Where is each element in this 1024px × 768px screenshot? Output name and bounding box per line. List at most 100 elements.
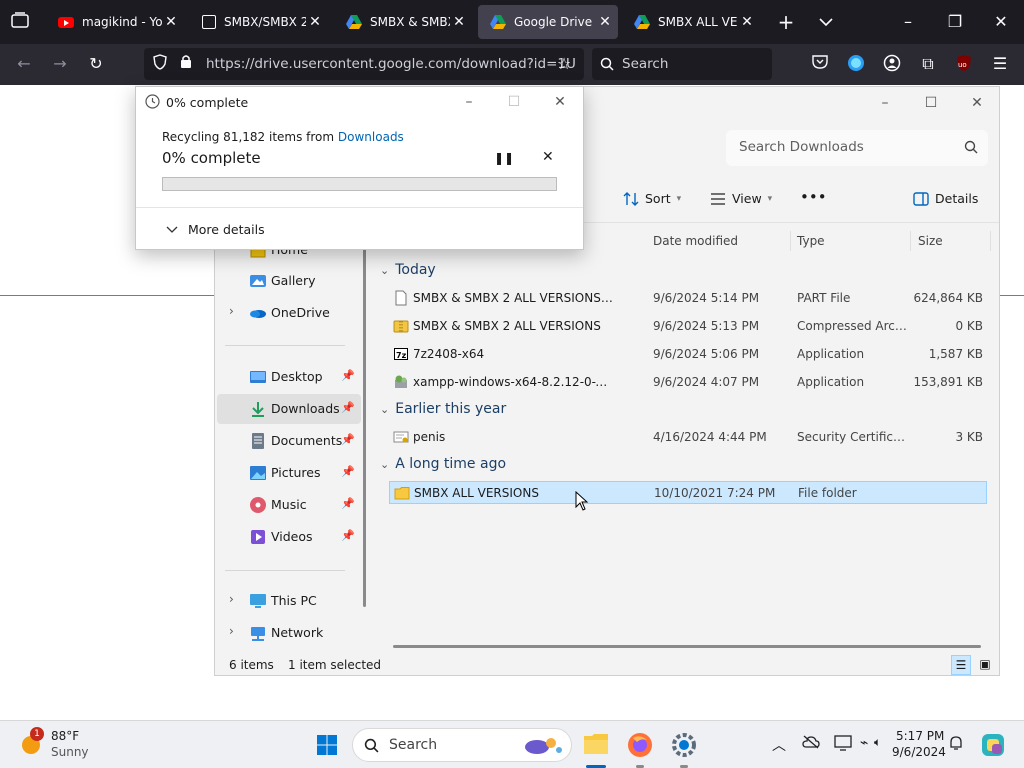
minimize-icon[interactable]: – (898, 12, 918, 32)
minimize-icon[interactable]: – (863, 91, 907, 115)
url-bar[interactable]: https://drive.usercontent.google.com/dow… (144, 48, 584, 80)
tab-smbx-all-versions[interactable]: SMBX ALL VERSIONS ✕ (622, 5, 760, 39)
sidebar-item-desktop[interactable]: Desktop 📌 (217, 362, 361, 392)
close-icon[interactable]: ✕ (991, 12, 1011, 32)
column-separator[interactable] (990, 231, 991, 251)
tab-smbx-all-versions-doc[interactable]: SMBX/SMBX 2 All Versions ✕ (190, 5, 328, 39)
tracking-shield-icon[interactable] (150, 54, 170, 75)
restore-icon[interactable]: ❐ (945, 12, 965, 32)
maximize-icon[interactable]: ☐ (909, 91, 953, 115)
chevron-up-icon[interactable]: ︿ (772, 735, 786, 755)
videos-icon (251, 530, 265, 544)
close-icon[interactable]: ✕ (450, 14, 468, 30)
file-explorer-taskbar-icon[interactable] (583, 732, 609, 756)
sidebar-item-pictures[interactable]: Pictures 📌 (217, 458, 361, 488)
details-pane-icon (913, 191, 929, 206)
file-date: 4/16/2024 4:44 PM (653, 430, 767, 444)
column-date-modified[interactable]: Date modified (653, 234, 738, 248)
extension-globe-icon[interactable] (846, 54, 866, 77)
sort-button[interactable]: Sort ▾ (623, 191, 681, 206)
file-size: 0 KB (955, 319, 983, 333)
group-header-today[interactable]: ⌄ Today (380, 262, 436, 278)
details-pane-button[interactable]: Details (913, 191, 978, 206)
more-options-button[interactable]: ••• (800, 188, 827, 206)
view-button[interactable]: View ▾ (710, 191, 772, 206)
reload-icon[interactable]: ↻ (86, 54, 106, 74)
file-row[interactable]: SMBX & SMBX 2 ALL VERSIONS 9/6/2024 5:13… (389, 315, 987, 338)
sidebar-item-documents[interactable]: Documents 📌 (217, 426, 361, 456)
chevron-down-icon[interactable] (816, 12, 836, 32)
sidebar-item-music[interactable]: Music 📌 (217, 490, 361, 520)
bookmark-star-icon[interactable]: ☆ (554, 54, 574, 74)
file-row[interactable]: SMBX & SMBX 2 ALL VERSIONS.ZNla0IR.zip.p… (389, 287, 987, 310)
speaker-icon[interactable]: 🔈︎ (874, 735, 881, 750)
back-icon[interactable]: ← (14, 54, 34, 74)
extensions-puzzle-icon[interactable]: ⧉ (918, 54, 938, 74)
ublock-icon[interactable]: uo (954, 54, 974, 77)
sidebar-item-gallery[interactable]: Gallery (217, 266, 361, 296)
group-header-earlier-this-year[interactable]: ⌄ Earlier this year (380, 401, 506, 417)
file-row[interactable]: xampp-windows-x64-8.2.12-0-VS16-installe… (389, 371, 987, 394)
close-icon[interactable]: ✕ (596, 14, 614, 30)
more-details-button[interactable]: More details (166, 222, 265, 237)
file-row-selected[interactable]: SMBX ALL VERSIONS 10/10/2021 7:24 PM Fil… (389, 481, 987, 504)
chevron-right-icon[interactable]: › (229, 592, 234, 606)
explorer-search-input[interactable]: Search Downloads (726, 130, 988, 166)
hamburger-menu-icon[interactable]: ☰ (990, 54, 1010, 74)
column-separator[interactable] (910, 231, 911, 251)
tab-google-drive-folder[interactable]: SMBX & SMBX 2 ALL VERSIONS ✕ (334, 5, 472, 39)
taskbar-search-box[interactable]: Search (352, 728, 572, 762)
cloud-offline-icon[interactable] (802, 735, 820, 753)
horizontal-scrollbar[interactable] (393, 645, 981, 648)
sidebar-item-this-pc[interactable]: › This PC (217, 586, 361, 616)
file-row[interactable]: penis 4/16/2024 4:44 PM Security Certifi… (389, 426, 987, 449)
settings-gear-icon[interactable] (671, 732, 697, 758)
close-icon[interactable]: ✕ (955, 91, 999, 115)
weather-widget[interactable]: 1 88°F Sunny (18, 727, 128, 763)
chevron-right-icon[interactable]: › (229, 624, 234, 638)
chevron-right-icon[interactable]: › (229, 304, 234, 318)
sidebar-item-videos[interactable]: Videos 📌 (217, 522, 361, 552)
tab-google-drive-active[interactable]: Google Drive - Virus scan warning ✕ (478, 5, 618, 39)
group-header-a-long-time-ago[interactable]: ⌄ A long time ago (380, 456, 506, 472)
sidebar-item-onedrive[interactable]: › OneDrive (217, 298, 361, 328)
tab-youtube[interactable]: magikind - YouTube ✕ (46, 5, 184, 39)
file-type: Security Certificate (797, 430, 907, 444)
downloads-link[interactable]: Downloads (338, 130, 404, 144)
sidebar-item-network[interactable]: › Network (217, 618, 361, 648)
monitor-icon[interactable] (834, 735, 852, 755)
sidebar-scrollbar[interactable] (363, 227, 366, 607)
firefox-icon[interactable] (627, 732, 653, 758)
file-type: Application (797, 375, 865, 389)
windows-start-icon[interactable] (316, 734, 338, 756)
network-ethernet-icon[interactable]: ⌁ (860, 735, 868, 751)
sidebar-item-downloads[interactable]: Downloads 📌 (217, 394, 361, 424)
minimize-icon[interactable]: – (447, 90, 491, 114)
pocket-icon[interactable] (810, 54, 830, 74)
new-tab-icon[interactable]: + (776, 12, 796, 32)
browser-search-bar[interactable]: Search (592, 48, 772, 80)
close-icon[interactable]: ✕ (306, 14, 324, 30)
details-view-icon[interactable]: ☰ (951, 655, 971, 675)
file-row[interactable]: 7z 7z2408-x64 9/6/2024 5:06 PM Applicati… (389, 343, 987, 366)
cancel-button[interactable]: ✕ (542, 149, 554, 165)
close-icon[interactable]: ✕ (738, 14, 756, 30)
clock-time[interactable]: 5:17 PM (896, 729, 944, 743)
sidebar-item-label: This PC (271, 593, 317, 608)
pin-icon: 📌 (341, 401, 355, 414)
copilot-icon[interactable] (980, 732, 1006, 758)
tab-overview-icon[interactable] (10, 12, 30, 33)
pause-button[interactable]: ❚❚ (494, 151, 514, 165)
close-icon[interactable]: ✕ (538, 90, 582, 114)
lock-icon[interactable] (176, 54, 196, 74)
tiles-view-icon[interactable]: ▣ (975, 655, 995, 675)
pin-icon: 📌 (341, 433, 355, 446)
forward-icon[interactable]: → (50, 54, 70, 74)
clock-date[interactable]: 9/6/2024 (892, 745, 946, 759)
notification-bell-icon[interactable] (948, 735, 964, 755)
close-icon[interactable]: ✕ (162, 14, 180, 30)
column-separator[interactable] (790, 231, 791, 251)
column-type[interactable]: Type (797, 234, 825, 248)
account-icon[interactable] (882, 54, 902, 77)
column-size[interactable]: Size (918, 234, 943, 248)
